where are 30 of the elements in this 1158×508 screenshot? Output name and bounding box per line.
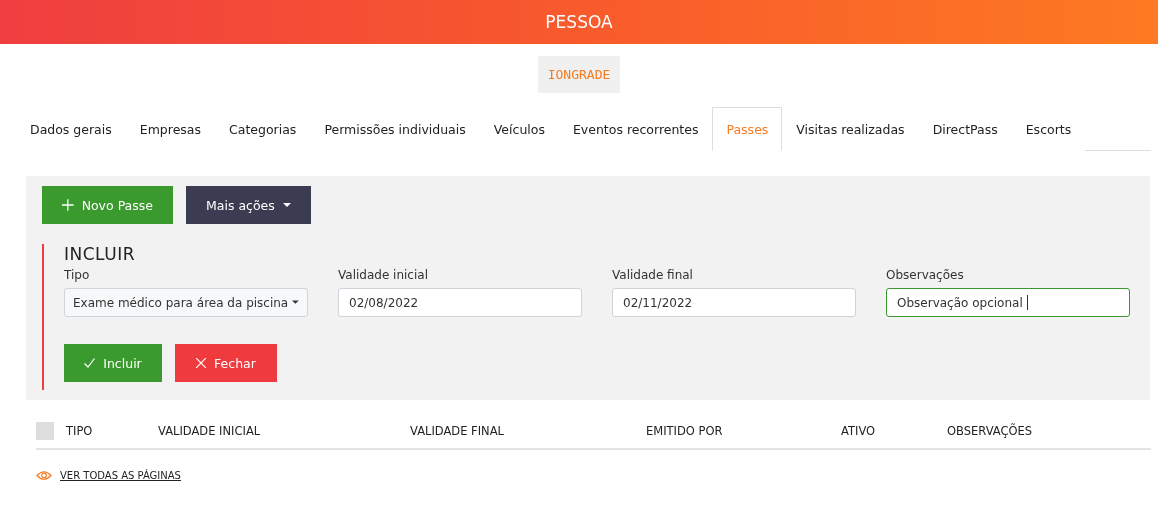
column-header: TIPO	[66, 424, 94, 438]
field-label: Observações	[886, 268, 965, 282]
column-header: EMITIDO POR	[646, 424, 724, 438]
company-badge: IONGRADE	[537, 56, 621, 93]
select-all-checkbox[interactable]	[36, 422, 54, 440]
type-select[interactable]: Exame médico para área da piscina	[64, 288, 308, 317]
page-title: PESSOA	[545, 12, 613, 32]
close-button[interactable]: Fechar	[175, 344, 277, 382]
input-field[interactable]: Observação opcional	[886, 288, 1130, 317]
column-header: VALIDADE FINAL	[410, 424, 505, 438]
caret-icon	[292, 300, 299, 305]
field-label: Validade inicial	[338, 268, 429, 282]
input-field[interactable]: 02/11/2022	[612, 288, 856, 317]
eye-icon	[36, 470, 52, 481]
column-header: OBSERVAÇÕES	[947, 424, 1034, 438]
column-header: ATIVO	[841, 424, 877, 438]
more-actions-button[interactable]: Mais ações	[186, 186, 311, 224]
new-pass-button[interactable]: Novo Passe	[42, 186, 173, 224]
field-label: Validade final	[612, 268, 694, 282]
form-title: INCLUIR	[64, 244, 136, 264]
field-label: Tipo	[64, 268, 91, 282]
input-field[interactable]: 02/08/2022	[338, 288, 582, 317]
check-icon	[84, 358, 96, 368]
column-header: VALIDADE INICIAL	[158, 424, 262, 438]
include-button[interactable]: Incluir	[64, 344, 162, 382]
text-cursor	[1026, 295, 1028, 310]
plus-icon	[62, 199, 74, 211]
close-icon	[196, 358, 207, 368]
view-all-pages-link[interactable]: VER TODAS AS PÁGINAS	[60, 470, 181, 481]
caret-icon	[282, 202, 291, 208]
